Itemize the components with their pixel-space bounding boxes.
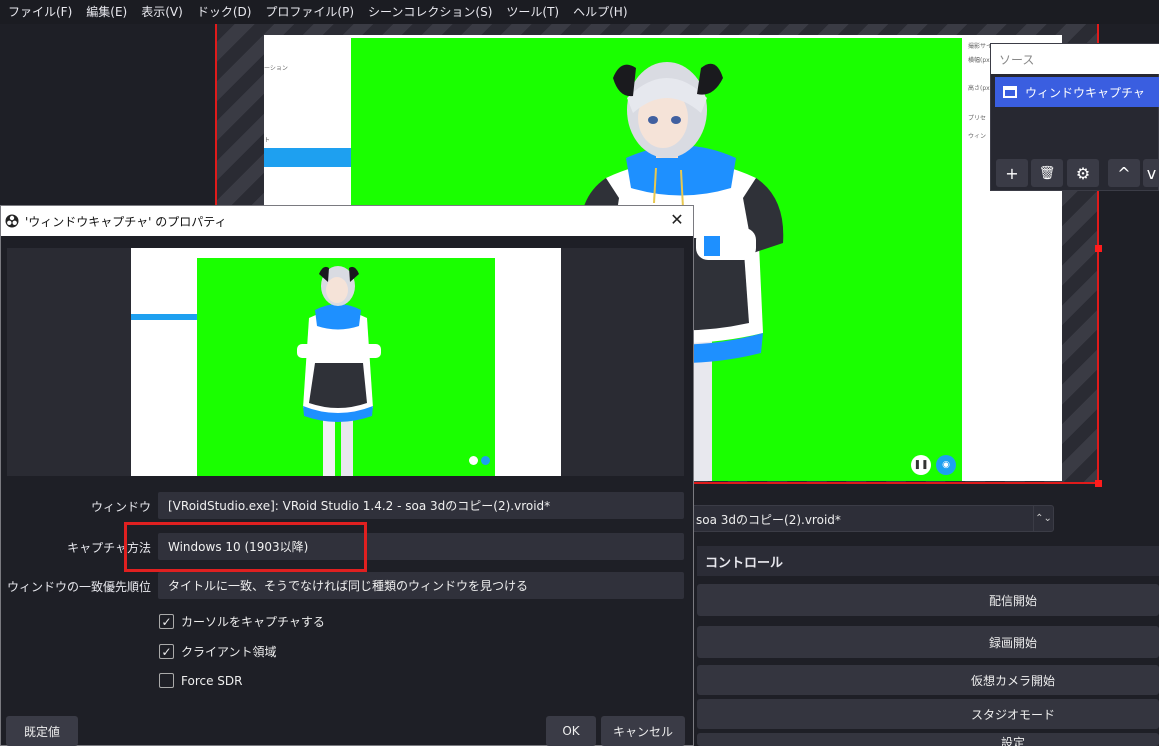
client-area-checkbox[interactable]: ✓ — [159, 644, 174, 659]
move-source-up-button[interactable]: ^ — [1108, 159, 1140, 187]
defaults-button[interactable]: 既定値 — [6, 716, 78, 746]
start-streaming-button[interactable]: 配信開始 — [697, 584, 1159, 616]
camera-icon[interactable]: ◉ — [936, 455, 956, 475]
settings-button[interactable]: 設定 — [697, 733, 1159, 746]
captured-left-text: ーション — [264, 65, 288, 72]
menu-dock[interactable]: ドック(D) — [191, 0, 260, 24]
source-item-label: ウィンドウキャプチャ — [1025, 85, 1145, 100]
preview-selected-item — [131, 314, 197, 320]
force-sdr-checkbox-row[interactable]: Force SDR — [159, 673, 242, 688]
resize-handle-bottom-right[interactable] — [1095, 480, 1102, 487]
menu-edit[interactable]: 編集(E) — [80, 0, 135, 24]
sources-title: ソース — [991, 44, 1159, 74]
captured-right-text: 横幅(px — [968, 57, 990, 64]
annotation-highlight-box — [124, 522, 367, 572]
sources-dock: ソース ウィンドウキャプチャ + 🗑 ⚙ ^ v — [990, 43, 1159, 191]
close-icon[interactable]: ✕ — [667, 210, 687, 230]
captured-left-text: ト — [264, 137, 271, 144]
client-area-checkbox-row[interactable]: ✓ クライアント領域 — [159, 643, 277, 660]
menu-tools[interactable]: ツール(T) — [500, 0, 567, 24]
resize-handle-right[interactable] — [1095, 245, 1102, 252]
capture-cursor-label: カーソルをキャプチャする — [181, 615, 325, 629]
properties-dialog: 'ウィンドウキャプチャ' のプロパティ ✕ ウィンドウ [VRoidStudio… — [0, 205, 694, 746]
client-area-label: クライアント領域 — [181, 645, 277, 659]
menu-file[interactable]: ファイル(F) — [2, 0, 80, 24]
captured-selected-item — [264, 148, 351, 167]
window-label: ウィンドウ — [90, 500, 151, 514]
menu-help[interactable]: ヘルプ(H) — [567, 0, 635, 24]
menu-scene-collection[interactable]: シーンコレクション(S) — [362, 0, 500, 24]
window-match-priority-label: ウィンドウの一致優先順位 — [6, 580, 151, 594]
captured-right-text: プリセ — [968, 115, 987, 122]
window-dropdown[interactable]: [VRoidStudio.exe]: VRoid Studio 1.4.2 - … — [158, 492, 684, 519]
window-select-background[interactable]: soa 3dのコピー(2).vroid* ⌃⌄ — [690, 505, 1054, 532]
preview-camera-icon — [481, 456, 490, 465]
window-select-value: soa 3dのコピー(2).vroid* — [696, 513, 841, 527]
captured-right-text: ウィン — [968, 133, 987, 140]
window-match-priority-dropdown[interactable]: タイトルに一致、そうでなければ同じ種類のウィンドウを見つける — [158, 572, 684, 599]
start-recording-button[interactable]: 録画開始 — [697, 626, 1159, 658]
force-sdr-label: Force SDR — [181, 673, 243, 688]
move-source-down-button[interactable]: v — [1143, 159, 1159, 187]
source-settings-button[interactable]: ⚙ — [1067, 159, 1099, 187]
ok-button[interactable]: OK — [546, 716, 596, 746]
preview-pause-icon — [469, 456, 478, 465]
captured-right-text: 高さ(px — [968, 85, 990, 92]
studio-mode-button[interactable]: スタジオモード — [697, 699, 1159, 729]
dialog-title: 'ウィンドウキャプチャ' のプロパティ — [25, 214, 227, 229]
menu-view[interactable]: 表示(V) — [135, 0, 191, 24]
add-source-button[interactable]: + — [996, 159, 1028, 187]
preview-left-panel — [131, 248, 197, 476]
preview-avatar — [297, 266, 381, 476]
capture-cursor-checkbox-row[interactable]: ✓ カーソルをキャプチャする — [159, 613, 325, 630]
remove-source-button[interactable]: 🗑 — [1031, 159, 1063, 187]
window-icon — [1003, 86, 1017, 98]
settings-button-label: 設定 — [1000, 736, 1025, 746]
dialog-titlebar: 'ウィンドウキャプチャ' のプロパティ ✕ — [1, 206, 693, 236]
preview-green-screen — [197, 258, 495, 476]
captured-right-text: 撮影サイ — [968, 43, 993, 50]
menu-bar: ファイル(F) 編集(E) 表示(V) ドック(D) プロファイル(P) シーン… — [0, 0, 1159, 24]
dialog-preview-image — [131, 248, 561, 476]
cancel-button[interactable]: キャンセル — [601, 716, 685, 746]
preview-right-panel — [495, 248, 561, 476]
force-sdr-checkbox[interactable] — [159, 673, 174, 688]
spin-arrows-icon[interactable]: ⌃⌄ — [1033, 506, 1053, 531]
start-virtual-camera-button[interactable]: 仮想カメラ開始 — [697, 665, 1159, 695]
menu-profile[interactable]: プロファイル(P) — [259, 0, 362, 24]
controls-header: コントロール — [697, 546, 1159, 576]
pause-icon[interactable]: ❚❚ — [911, 455, 931, 475]
source-item-window-capture[interactable]: ウィンドウキャプチャ — [995, 77, 1159, 107]
obs-logo-icon — [5, 214, 19, 228]
capture-cursor-checkbox[interactable]: ✓ — [159, 614, 174, 629]
